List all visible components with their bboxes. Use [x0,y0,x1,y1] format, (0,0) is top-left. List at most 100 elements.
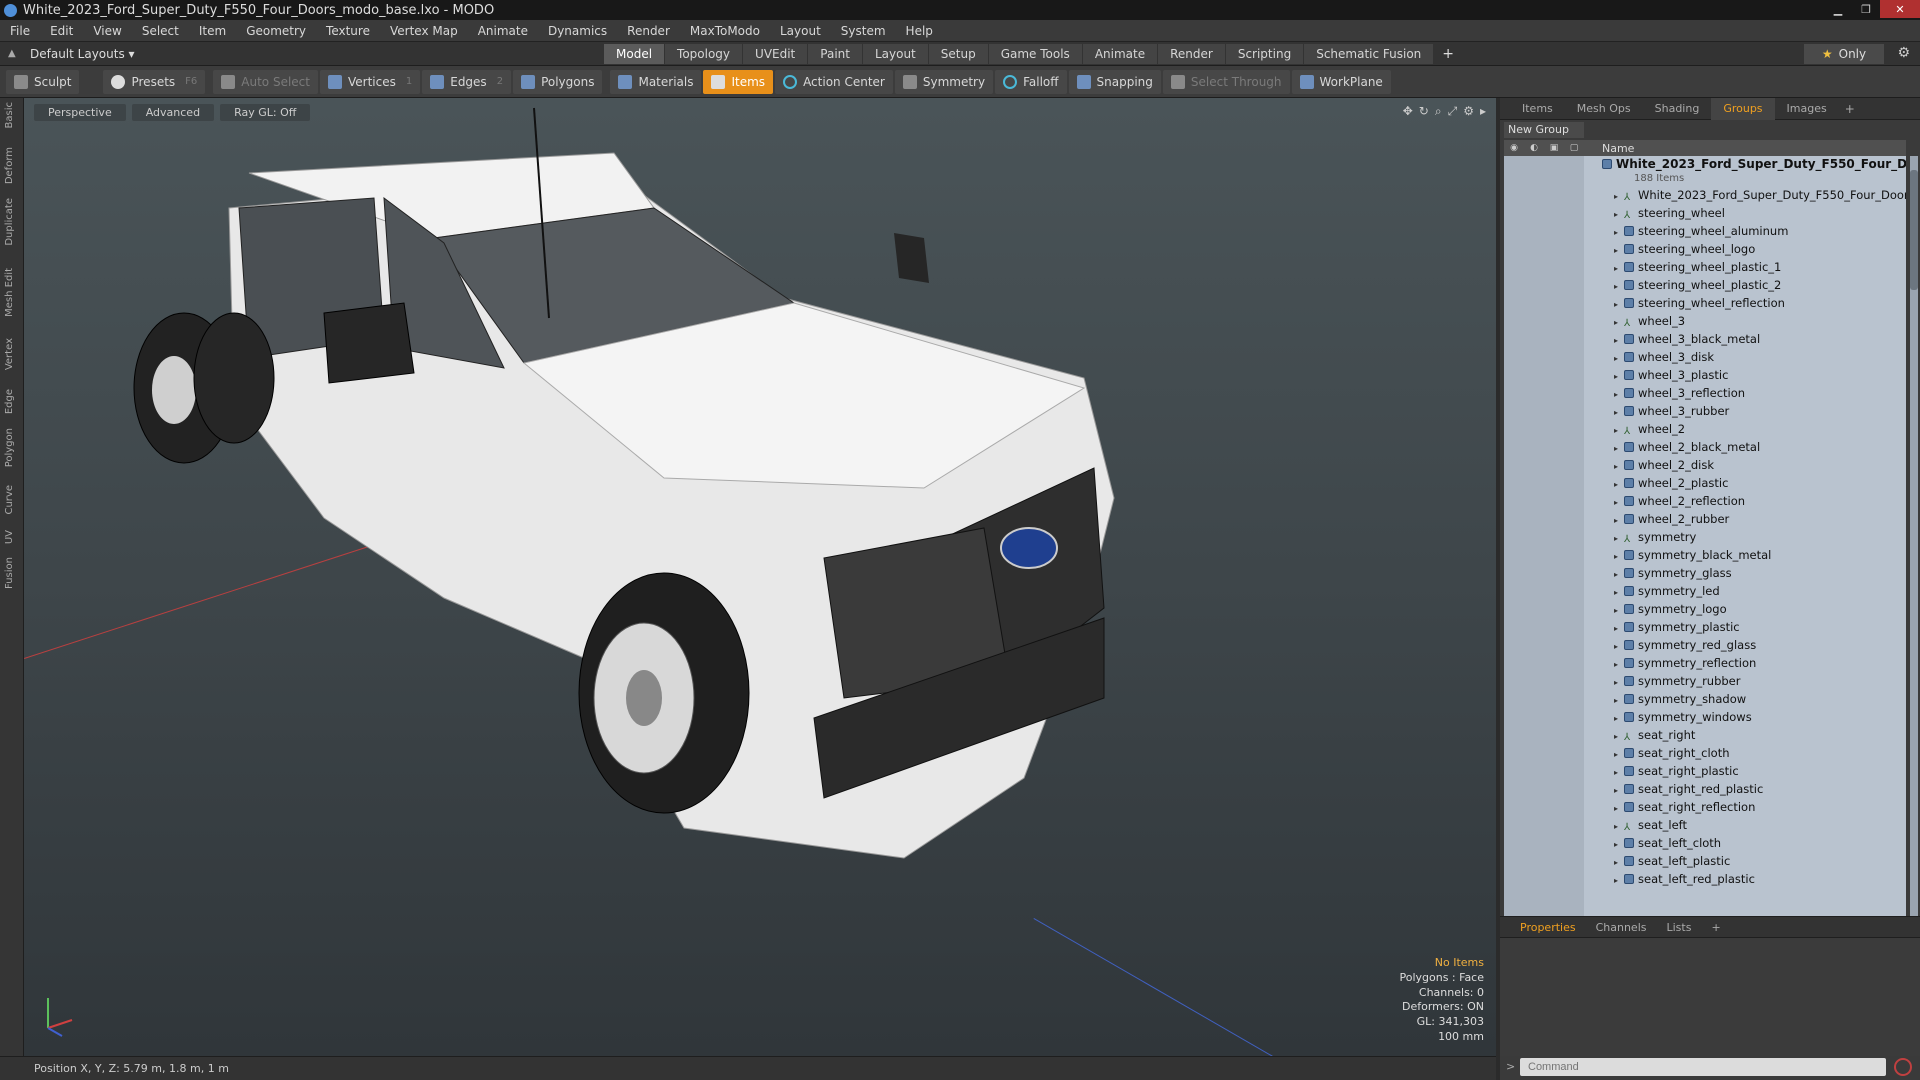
list-item[interactable]: ▸ symmetry_rubber [1504,672,1906,690]
viewport-settings-icon[interactable]: ⚙ [1463,104,1474,119]
default-layouts-dropdown[interactable]: Default Layouts ▾ [30,47,135,61]
menu-vertex-map[interactable]: Vertex Map [380,24,468,38]
list-item[interactable]: ▸ wheel_2_black_metal [1504,438,1906,456]
sculpt-button[interactable]: Sculpt [6,69,80,94]
menu-view[interactable]: View [83,24,131,38]
list-item[interactable]: ▸ steering_wheel_plastic_2 [1504,276,1906,294]
list-item[interactable]: ▸ seat_right_reflection [1504,798,1906,816]
tab-render[interactable]: Render [1158,44,1225,64]
list-item[interactable]: ▸ seat_right_red_plastic [1504,780,1906,798]
list-item[interactable]: ▸ steering_wheel_aluminum [1504,222,1906,240]
name-column-header[interactable]: Name [1602,142,1634,155]
add-tab-icon[interactable]: + [1434,44,1462,64]
maximize-icon[interactable]: ❐ [1852,0,1880,18]
zoom-icon[interactable]: ⌕ [1435,104,1442,119]
perspective-view-button[interactable]: Perspective [34,104,126,121]
viewport-menu-icon[interactable]: ▸ [1480,104,1486,119]
list-item[interactable]: ▸ wheel_3_disk [1504,348,1906,366]
render-col-icon[interactable]: ◐ [1524,143,1544,153]
symmetry-button[interactable]: Symmetry [894,69,994,94]
list-item[interactable]: ▸ wheel_3_plastic [1504,366,1906,384]
list-item[interactable]: ▸ symmetry_shadow [1504,690,1906,708]
list-item[interactable]: ▸ steering_wheel_plastic_1 [1504,258,1906,276]
list-item[interactable]: ▸ seat_left_red_plastic [1504,870,1906,888]
menu-dynamics[interactable]: Dynamics [538,24,617,38]
tab-images[interactable]: Images [1775,98,1839,120]
list-item[interactable]: ▸ symmetry_plastic [1504,618,1906,636]
list-item[interactable]: ▸ ⅄ White_2023_Ford_Super_Duty_F550_Four_D… [1504,186,1906,204]
left-tab-duplicate[interactable]: Duplicate [4,198,20,246]
menu-edit[interactable]: Edit [40,24,83,38]
list-item[interactable]: ▸ ⅄ seat_right [1504,726,1906,744]
list-item[interactable]: ▸ ⅄ wheel_2 [1504,420,1906,438]
list-item[interactable]: ▸ steering_wheel_logo [1504,240,1906,258]
list-item[interactable]: ▸ wheel_2_reflection [1504,492,1906,510]
tab-schematic-fusion[interactable]: Schematic Fusion [1304,44,1434,64]
menu-select[interactable]: Select [132,24,189,38]
props-tab-channels[interactable]: Channels [1586,921,1657,934]
list-item[interactable]: ▸ wheel_3_reflection [1504,384,1906,402]
new-group-button[interactable]: New Group [1504,122,1584,138]
list-item[interactable]: ▸ ⅄ seat_left [1504,816,1906,834]
menu-item[interactable]: Item [189,24,236,38]
menu-animate[interactable]: Animate [468,24,538,38]
list-item[interactable]: ▸ wheel_3_black_metal [1504,330,1906,348]
menu-layout[interactable]: Layout [770,24,831,38]
auto-select-button[interactable]: Auto Select [213,69,318,94]
select-through-button[interactable]: Select Through [1162,69,1290,94]
advanced-shading-button[interactable]: Advanced [131,104,215,121]
layout-expand-icon[interactable]: ▲ [8,48,22,59]
presets-button[interactable]: Presets F6 [103,69,206,94]
menu-help[interactable]: Help [896,24,943,38]
list-item[interactable]: ▸ symmetry_glass [1504,564,1906,582]
list-item[interactable]: ▸ symmetry_reflection [1504,654,1906,672]
left-tab-basic[interactable]: Basic [4,102,20,128]
list-item[interactable]: ▸ symmetry_windows [1504,708,1906,726]
menu-system[interactable]: System [831,24,896,38]
edges-button[interactable]: Edges 2 [422,69,512,94]
tab-items[interactable]: Items [1510,98,1565,120]
workplane-button[interactable]: WorkPlane [1291,69,1391,94]
group-row[interactable]: White_2023_Ford_Super_Duty_F550_Four_D .… [1504,156,1906,172]
left-tab-mesh-edit[interactable]: Mesh Edit [4,268,20,317]
list-item[interactable]: ▸ seat_left_plastic [1504,852,1906,870]
truck-model[interactable] [24,98,1496,1056]
snapping-button[interactable]: Snapping [1068,69,1161,94]
list-item[interactable]: ▸ ⅄ symmetry [1504,528,1906,546]
menu-texture[interactable]: Texture [316,24,380,38]
list-item[interactable]: ▸ symmetry_red_glass [1504,636,1906,654]
materials-button[interactable]: Materials [610,69,702,94]
lock-col-icon[interactable]: ▣ [1544,143,1564,153]
command-input[interactable] [1520,1058,1886,1076]
left-tab-fusion[interactable]: Fusion [4,557,20,589]
close-icon[interactable]: ✕ [1880,0,1920,18]
3d-viewport[interactable]: Perspective Advanced Ray GL: Off ✥ ↻ ⌕ ⤢… [24,98,1496,1056]
tab-groups[interactable]: Groups [1711,97,1775,120]
scroll-thumb[interactable] [1910,170,1918,290]
list-item[interactable]: ▸ seat_right_plastic [1504,762,1906,780]
select-col-icon[interactable]: ▢ [1564,143,1584,153]
tab-shading[interactable]: Shading [1643,98,1712,120]
menu-render[interactable]: Render [617,24,680,38]
props-tab-lists[interactable]: Lists [1657,921,1702,934]
menu-file[interactable]: File [0,24,40,38]
list-item[interactable]: ▸ wheel_2_rubber [1504,510,1906,528]
visibility-col-icon[interactable]: ◉ [1504,143,1524,153]
list-item[interactable]: ▸ symmetry_led [1504,582,1906,600]
tab-game-tools[interactable]: Game Tools [988,44,1082,64]
only-toggle[interactable]: ★ Only [1804,44,1884,64]
list-item[interactable]: ▸ wheel_2_disk [1504,456,1906,474]
rotate-icon[interactable]: ↻ [1419,104,1429,119]
add-props-tab-icon[interactable]: + [1701,921,1730,934]
tab-uvedit[interactable]: UVEdit [743,44,808,64]
tab-layout[interactable]: Layout [862,44,928,64]
tab-animate[interactable]: Animate [1082,44,1158,64]
left-tab-polygon[interactable]: Polygon [4,428,20,467]
gear-icon[interactable]: ⚙ [1897,45,1910,61]
groups-list[interactable]: White_2023_Ford_Super_Duty_F550_Four_D .… [1504,156,1906,970]
tab-model[interactable]: Model [604,44,665,64]
left-tab-curve[interactable]: Curve [4,485,20,515]
raygl-button[interactable]: Ray GL: Off [220,104,311,121]
tab-topology[interactable]: Topology [665,44,743,64]
fit-icon[interactable]: ⤢ [1448,104,1458,119]
